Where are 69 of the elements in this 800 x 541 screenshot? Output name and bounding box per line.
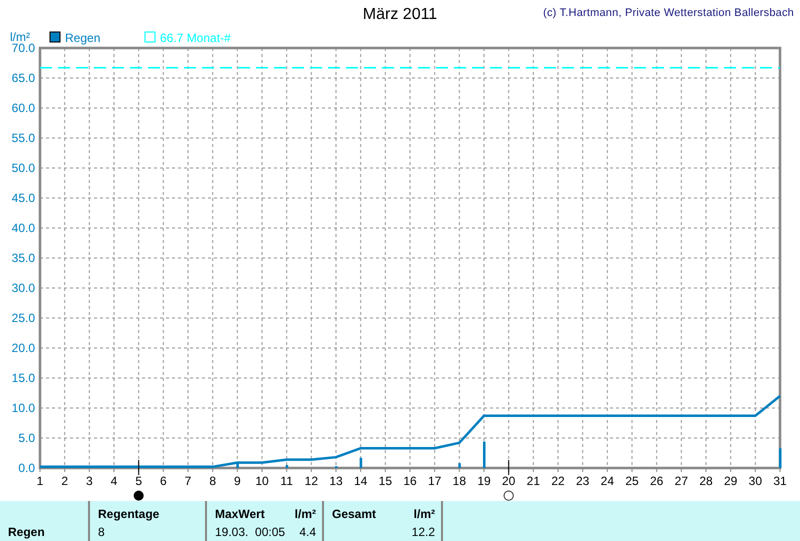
summary-value: 8 <box>98 525 105 539</box>
x-tick-label: 29 <box>724 474 738 488</box>
y-tick-label: 35.0 <box>12 251 35 265</box>
x-tick-label: 16 <box>403 474 417 488</box>
y-tick-label: 10.0 <box>12 401 35 415</box>
y-tick-label: 15.0 <box>12 371 35 385</box>
y-tick-label: 65.0 <box>12 71 35 85</box>
x-tick-label: 26 <box>650 474 664 488</box>
y-tick-label: 55.0 <box>12 131 35 145</box>
y-tick-label: 60.0 <box>12 101 35 115</box>
daily-rain-bar <box>458 463 461 468</box>
x-tick-label: 17 <box>428 474 442 488</box>
x-tick-label: 20 <box>502 474 516 488</box>
y-tick-label: 5.0 <box>18 431 35 445</box>
max-time: 19.03. 00:05 <box>215 525 286 539</box>
unit-label: l/m² <box>414 507 435 521</box>
x-tick-label: 21 <box>526 474 540 488</box>
row-label: Regen <box>8 525 45 539</box>
x-tick-label: 27 <box>674 474 688 488</box>
x-tick-label: 1 <box>36 474 44 488</box>
daily-rain-bar <box>236 463 239 468</box>
x-tick-label: 10 <box>255 474 269 488</box>
y-tick-label: 30.0 <box>12 281 35 295</box>
x-tick-label: 6 <box>160 474 167 488</box>
x-tick-label: 23 <box>576 474 590 488</box>
x-tick-label: 9 <box>234 474 241 488</box>
x-tick-label: 4 <box>110 474 118 488</box>
copyright-text: (c) T.Hartmann, Private Wetterstation Ballersbach <box>543 6 795 19</box>
moon-phase-symbol: ● <box>133 488 144 501</box>
x-tick-label: 30 <box>748 474 762 488</box>
x-tick-label: 22 <box>551 474 565 488</box>
daily-rain-bar <box>779 448 782 468</box>
x-tick-label: 5 <box>135 474 142 488</box>
x-tick-label: 25 <box>625 474 639 488</box>
y-tick-label: 20.0 <box>12 341 35 355</box>
column-heading: Gesamt <box>332 507 376 521</box>
x-tick-label: 15 <box>378 474 392 488</box>
column-heading: Regentage <box>98 507 160 521</box>
x-tick-label: 12 <box>304 474 318 488</box>
legend-label: 66.7 Monat-# <box>160 31 231 45</box>
y-tick-label: 40.0 <box>12 221 35 235</box>
x-tick-label: 7 <box>184 474 192 488</box>
x-tick-label: 18 <box>452 474 466 488</box>
summary-value: 12.2 <box>412 525 435 539</box>
chart-title: März 2011 <box>362 5 438 24</box>
unit-label: l/m² <box>294 507 316 521</box>
column-heading: MaxWert <box>215 507 265 521</box>
x-tick-label: 28 <box>699 474 713 488</box>
y-tick-label: 0.0 <box>18 461 35 475</box>
x-tick-label: 11 <box>280 474 293 488</box>
x-tick-label: 31 <box>773 474 787 488</box>
daily-rain-bar <box>360 458 362 468</box>
daily-rain-bar <box>483 442 486 468</box>
x-tick-label: 8 <box>209 474 216 488</box>
x-tick-label: 19 <box>477 474 491 488</box>
y-tick-label: 45.0 <box>12 191 35 205</box>
summary-value: 4.4 <box>299 525 316 539</box>
y-tick-label: 50.0 <box>12 161 35 175</box>
x-tick-label: 14 <box>354 474 368 488</box>
x-tick-label: 13 <box>329 474 343 488</box>
legend-label: Regen <box>65 31 100 45</box>
y-tick-label: 25.0 <box>12 311 35 325</box>
y-tick-label: 70.0 <box>12 41 35 55</box>
x-tick-label: 2 <box>61 474 68 488</box>
x-tick-label: 24 <box>600 474 614 488</box>
y-axis-unit: l/m² <box>10 30 30 44</box>
moon-phase-symbol: ○ <box>503 488 514 501</box>
x-tick-label: 3 <box>86 474 93 488</box>
daily-rain-bar <box>286 465 288 468</box>
